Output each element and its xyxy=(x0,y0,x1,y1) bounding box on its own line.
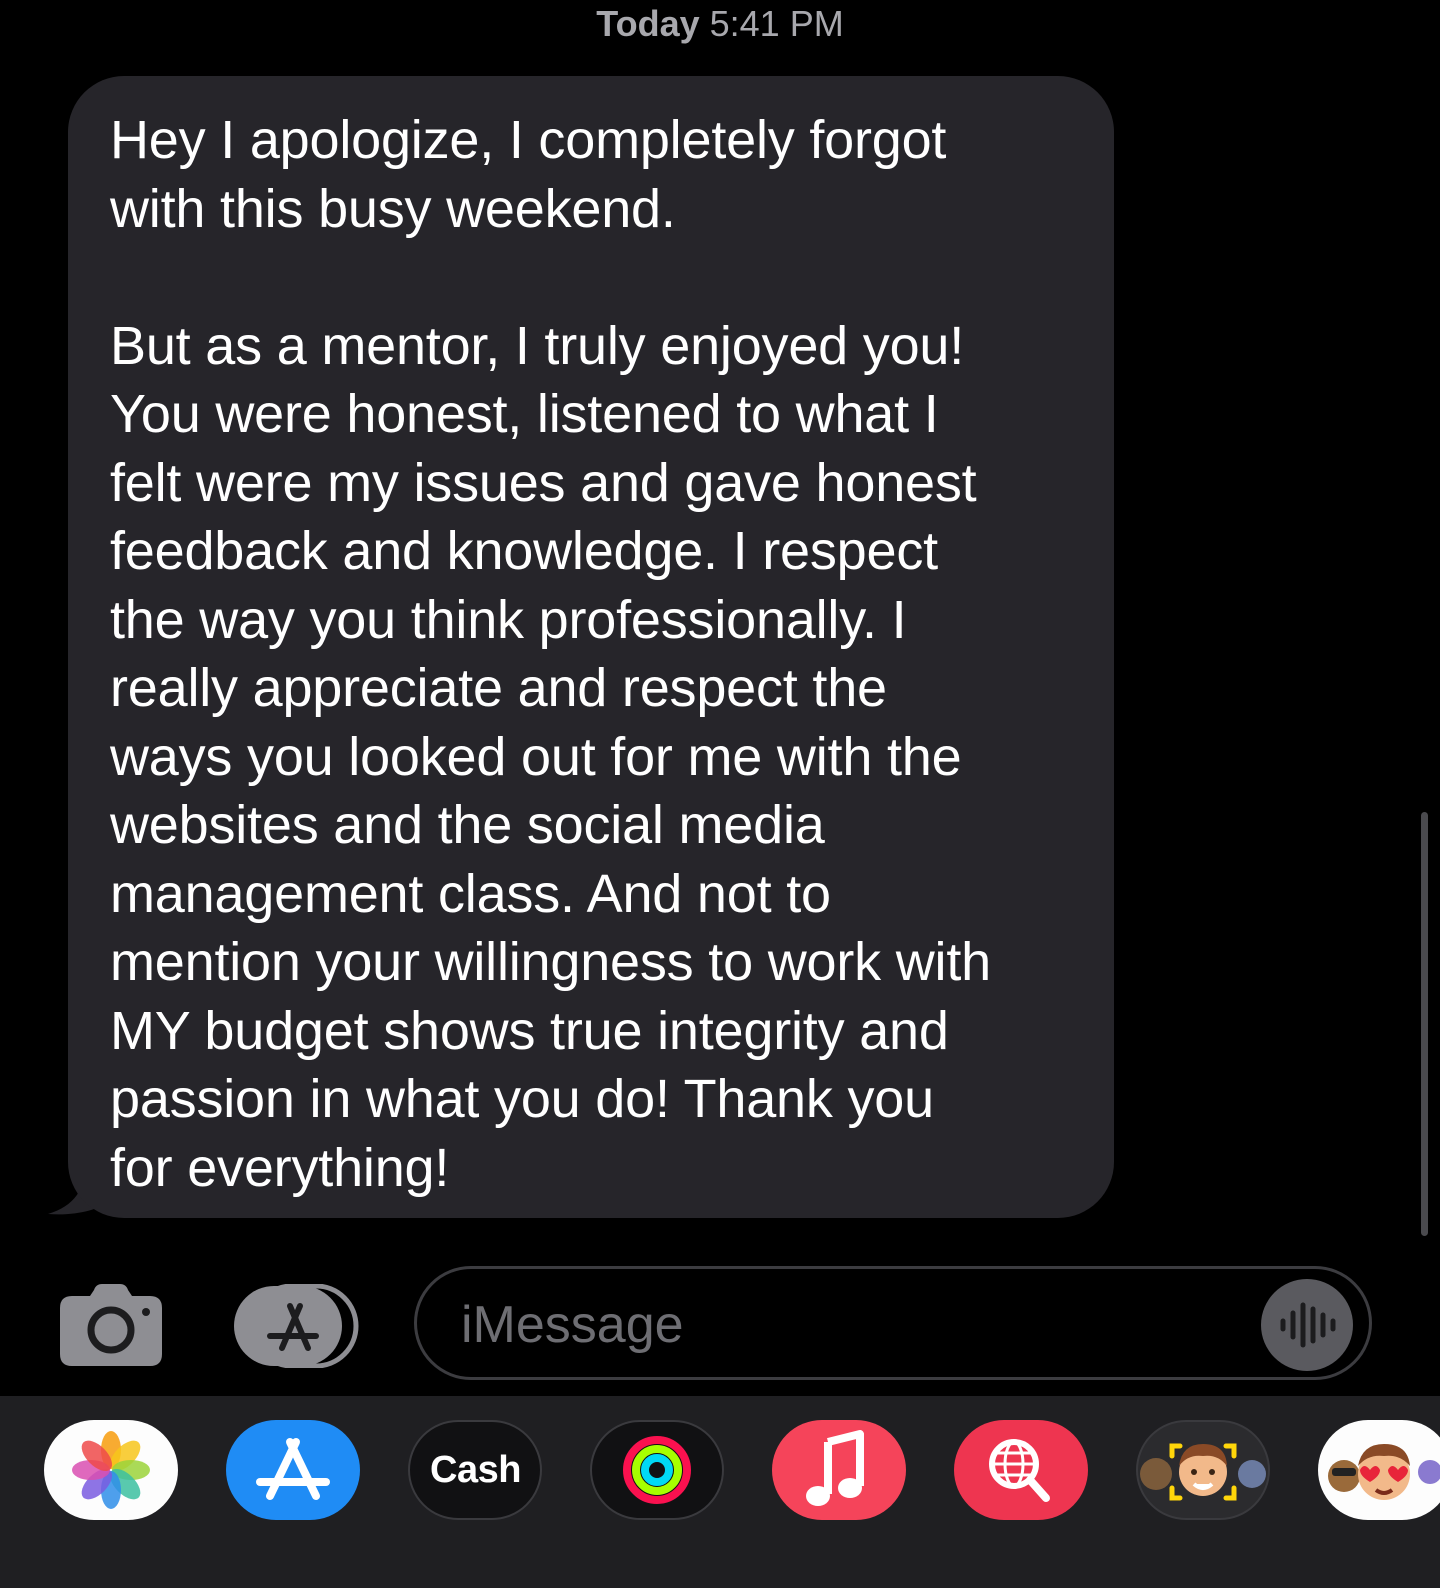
camera-icon xyxy=(60,1284,162,1366)
app-store-icon xyxy=(256,1438,330,1500)
memoji-icon xyxy=(1140,1443,1266,1501)
apps-button[interactable] xyxy=(234,1283,360,1369)
globe-search-icon xyxy=(989,1439,1050,1502)
composer-bar: iMessage xyxy=(0,1262,1440,1388)
cash-label: Cash xyxy=(430,1448,521,1491)
received-message-bubble[interactable]: Hey I apologize, I completely forgot wit… xyxy=(68,76,1114,1218)
activity-rings-icon xyxy=(623,1436,691,1504)
app-store-app-button[interactable] xyxy=(226,1420,360,1520)
photos-app-button[interactable] xyxy=(44,1420,178,1520)
memoji-stickers-icon xyxy=(1328,1444,1440,1500)
fitness-app-button[interactable] xyxy=(590,1420,724,1520)
imessage-input[interactable]: iMessage xyxy=(414,1266,1372,1380)
app-drawer: Cash xyxy=(0,1396,1440,1588)
music-note-icon xyxy=(806,1430,864,1506)
audio-message-button[interactable] xyxy=(1261,1279,1353,1371)
image-search-app-button[interactable] xyxy=(954,1420,1088,1520)
apple-cash-icon: Cash xyxy=(410,1422,540,1518)
message-text: Hey I apologize, I completely forgot wit… xyxy=(110,110,991,1198)
message-timestamp: Today 5:41 PM xyxy=(0,2,1440,46)
photos-icon xyxy=(72,1431,150,1509)
music-app-button[interactable] xyxy=(772,1420,906,1520)
timestamp-time: 5:41 PM xyxy=(709,3,844,44)
memoji-app-button[interactable] xyxy=(1136,1420,1270,1520)
timestamp-day: Today xyxy=(596,3,700,44)
imessage-placeholder: iMessage xyxy=(461,1296,684,1354)
memoji-stickers-app-button[interactable] xyxy=(1318,1420,1440,1520)
app-store-icon xyxy=(234,1283,359,1369)
waveform-icon xyxy=(1280,1302,1336,1348)
scrollbar[interactable] xyxy=(1421,812,1428,1236)
camera-button[interactable] xyxy=(60,1284,162,1366)
apple-cash-app-button[interactable]: Cash xyxy=(408,1420,542,1520)
